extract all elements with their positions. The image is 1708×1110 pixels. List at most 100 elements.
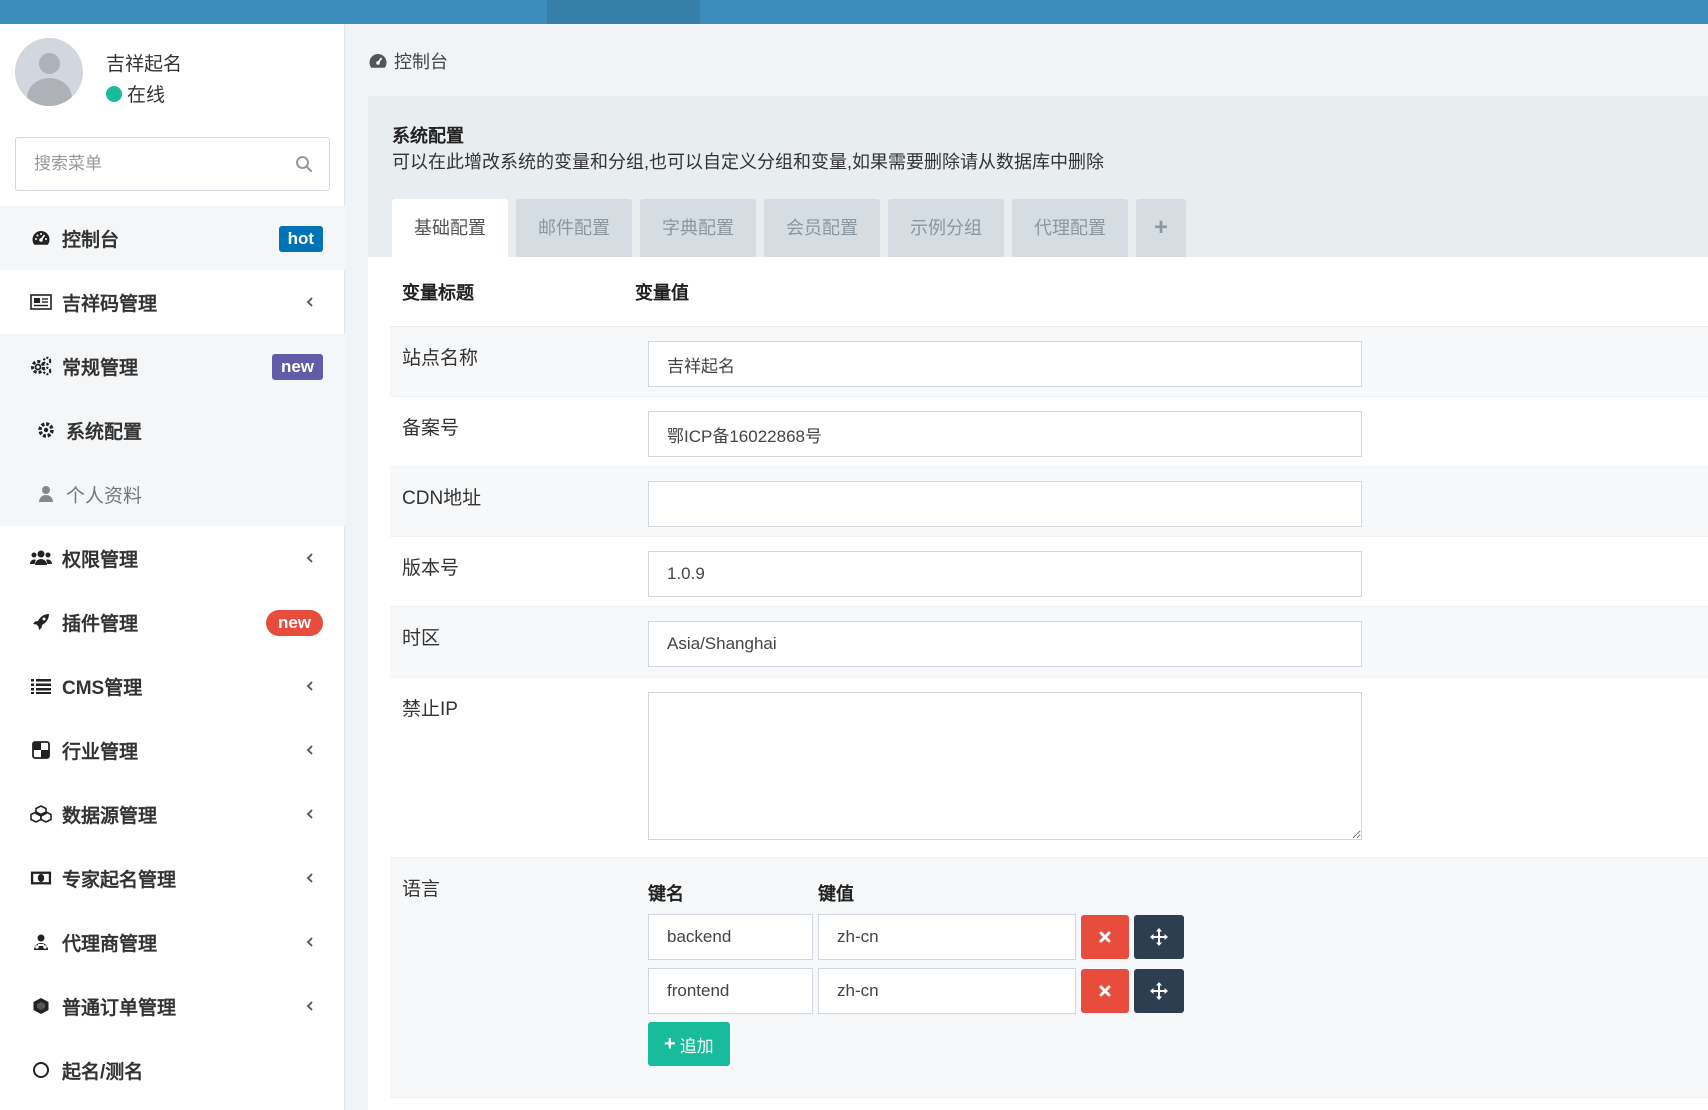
column-header-title: 变量标题 [402, 282, 474, 303]
chevron-left-icon [306, 1001, 313, 1011]
top-navbar-active-segment[interactable] [547, 0, 700, 24]
table-header: 变量标题 变量值 [390, 257, 1708, 327]
new-badge: new [265, 610, 323, 636]
site-name-input[interactable] [648, 341, 1362, 387]
remove-row-button[interactable] [1081, 969, 1129, 1013]
chevron-left-icon [306, 745, 313, 755]
new-badge: new [271, 354, 323, 380]
sidebar-item-label: 常规管理 [62, 357, 139, 379]
table-row: 时区 [390, 607, 1708, 678]
chevron-left-icon [306, 873, 313, 883]
sidebar-item-order[interactable]: 普通订单管理 [0, 974, 345, 1038]
config-panel: 系统配置 可以在此增改系统的变量和分组,也可以自定义分组和变量,如果需要删除请从… [368, 96, 1708, 1110]
config-tabs: 基础配置 邮件配置 字典配置 会员配置 示例分组 代理配置 + [392, 199, 1194, 257]
money-bill-icon [30, 868, 52, 888]
row-label: 时区 [402, 628, 441, 649]
tab-email[interactable]: 邮件配置 [516, 199, 632, 257]
breadcrumb-label[interactable]: 控制台 [394, 48, 448, 74]
drag-row-button[interactable] [1134, 915, 1184, 959]
list-icon [30, 676, 52, 696]
submenu-general: 系统配置 个人资料 [0, 398, 345, 526]
plus-icon: + [664, 1032, 676, 1055]
sidebar-item-naming[interactable]: 起名/测名 [0, 1038, 345, 1102]
chevron-left-icon [306, 553, 313, 563]
sidebar-item-label: 吉祥码管理 [62, 293, 158, 315]
user-panel: 吉祥起名 在线 [15, 38, 335, 108]
table-row: CDN地址 [390, 467, 1708, 537]
table-row: 站点名称 [390, 327, 1708, 397]
sidebar-item-datasource[interactable]: 数据源管理 [0, 782, 345, 846]
chevron-left-icon [306, 809, 313, 819]
user-secret-icon [30, 932, 52, 952]
sidebar-item-dashboard[interactable]: 控制台 hot [0, 206, 345, 270]
language-key-input[interactable] [648, 968, 813, 1014]
table-row: 备案号 [390, 397, 1708, 467]
chevron-left-icon [306, 937, 313, 947]
language-value-input[interactable] [818, 914, 1076, 960]
forbidden-ip-textarea[interactable] [648, 692, 1362, 840]
beian-input[interactable] [648, 411, 1362, 457]
timezone-input[interactable] [648, 621, 1362, 667]
tab-agent[interactable]: 代理配置 [1012, 199, 1128, 257]
version-input[interactable] [648, 551, 1362, 597]
row-label: 版本号 [402, 558, 460, 579]
sidebar-search [15, 137, 330, 191]
tab-basic[interactable]: 基础配置 [392, 199, 508, 257]
tab-example[interactable]: 示例分组 [888, 199, 1004, 257]
add-tab-button[interactable]: + [1136, 199, 1187, 257]
avatar [15, 38, 83, 106]
row-label: CDN地址 [402, 488, 482, 509]
sidebar-item-label: 控制台 [62, 229, 120, 251]
user-status: 在线 [106, 80, 165, 107]
sidebar-item-profile[interactable]: 个人资料 [0, 462, 345, 526]
drag-row-button[interactable] [1134, 969, 1184, 1013]
cubes-icon [30, 804, 52, 824]
sidebar-item-agent[interactable]: 代理商管理 [0, 910, 345, 974]
chevron-left-icon [306, 681, 313, 691]
search-icon[interactable] [295, 155, 313, 173]
sidebar-item-addon[interactable]: 插件管理 new [0, 590, 345, 654]
sidebar-item-jixiangma[interactable]: 吉祥码管理 [0, 270, 345, 334]
append-label: 追加 [679, 1036, 714, 1056]
sidebar-menu: 控制台 hot 吉祥码管理 常规管理 new 系统配置 个人资料 权限管理 插件… [0, 206, 345, 1102]
user-icon [36, 484, 56, 504]
row-label: 站点名称 [402, 348, 479, 369]
sidebar: 吉祥起名 在线 控制台 hot 吉祥码管理 常规管理 new 系统配 [0, 24, 345, 1110]
language-value-input[interactable] [818, 968, 1076, 1014]
cogs-icon [30, 356, 52, 376]
row-label: 备案号 [402, 418, 460, 439]
sidebar-item-expert[interactable]: 专家起名管理 [0, 846, 345, 910]
cdn-input[interactable] [648, 481, 1362, 527]
panel-description: 可以在此增改系统的变量和分组,也可以自定义分组和变量,如果需要删除请从数据库中删… [392, 152, 1104, 172]
sidebar-item-label: 普通订单管理 [62, 997, 177, 1019]
row-label: 语言 [402, 879, 441, 900]
user-status-label: 在线 [127, 85, 166, 106]
sidebar-item-industry[interactable]: 行业管理 [0, 718, 345, 782]
circle-outline-icon [30, 1060, 52, 1080]
sidebar-item-general[interactable]: 常规管理 new [0, 334, 345, 398]
dashboard-icon [369, 54, 387, 68]
language-key-input[interactable] [648, 914, 813, 960]
table-row: 禁止IP [390, 678, 1708, 858]
tab-dictionary[interactable]: 字典配置 [640, 199, 756, 257]
newspaper-icon [30, 292, 52, 312]
value-header: 键值 [818, 884, 854, 904]
append-button[interactable]: + 追加 [648, 1022, 730, 1066]
remove-row-button[interactable] [1081, 915, 1129, 959]
close-icon [1099, 931, 1111, 943]
sidebar-item-system-config[interactable]: 系统配置 [0, 398, 345, 462]
search-input[interactable] [16, 138, 286, 190]
breadcrumb: 控制台 [368, 48, 448, 74]
hot-badge: hot [278, 226, 323, 252]
sidebar-item-label: 专家起名管理 [62, 869, 177, 891]
sidebar-item-label: 个人资料 [66, 485, 143, 507]
user-name: 吉祥起名 [106, 54, 183, 75]
sidebar-item-label: 数据源管理 [62, 805, 158, 827]
tab-member[interactable]: 会员配置 [764, 199, 880, 257]
panel-header: 系统配置 可以在此增改系统的变量和分组,也可以自定义分组和变量,如果需要删除请从… [368, 96, 1708, 257]
sidebar-item-auth[interactable]: 权限管理 [0, 526, 345, 590]
contrast-square-icon [30, 740, 52, 760]
close-icon [1099, 985, 1111, 997]
sidebar-item-cms[interactable]: CMS管理 [0, 654, 345, 718]
users-icon [30, 548, 52, 568]
